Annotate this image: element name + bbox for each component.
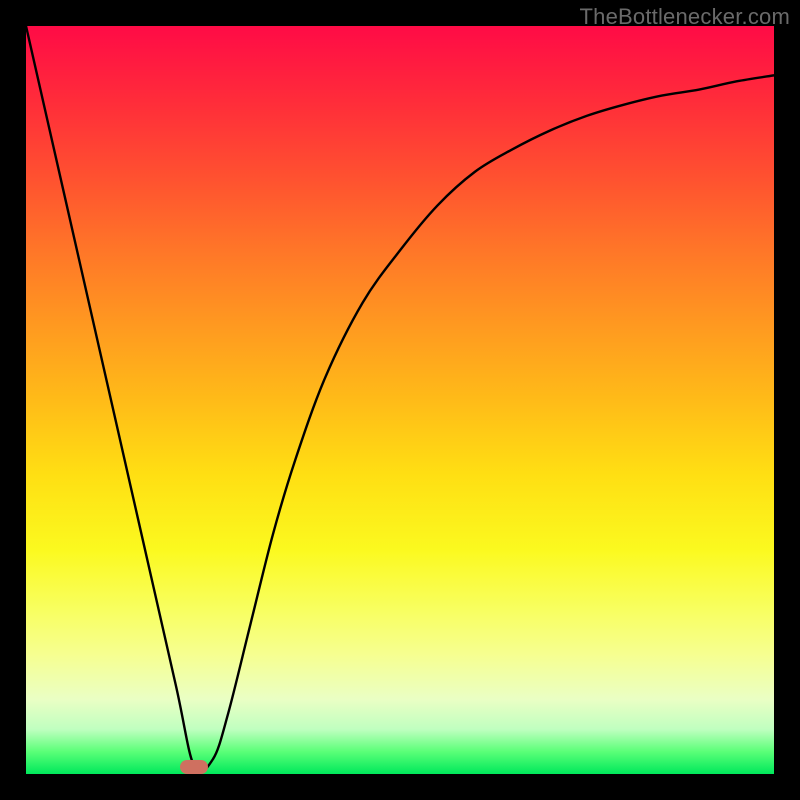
attribution-label: TheBottlenecker.com: [580, 4, 790, 30]
plot-area: [26, 26, 774, 774]
bottleneck-curve: [26, 26, 774, 772]
curve-layer: [26, 26, 774, 774]
minimum-marker: [180, 760, 208, 774]
chart-frame: TheBottlenecker.com: [0, 0, 800, 800]
